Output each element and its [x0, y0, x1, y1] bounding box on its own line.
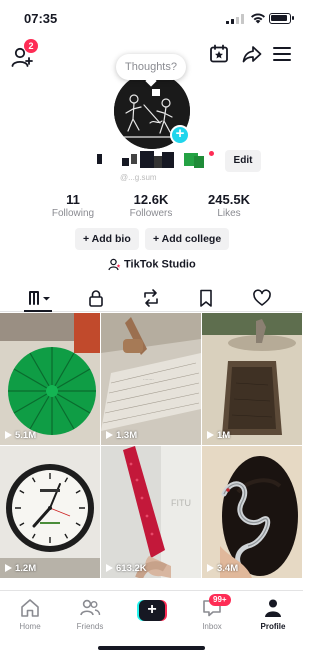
svg-text:FITU: FITU — [171, 498, 191, 508]
friends-icon — [80, 599, 101, 616]
view-count: 1.2M — [5, 563, 36, 574]
profile-content-tabs — [0, 284, 303, 312]
thoughts-bubble[interactable]: Thoughts? — [116, 54, 186, 80]
lock-icon[interactable] — [86, 288, 106, 308]
nav-profile[interactable]: Profile — [248, 597, 298, 631]
tiktok-studio-label: TikTok Studio — [124, 258, 196, 271]
followers-count: 12.6K — [133, 192, 169, 207]
followers-label: Followers — [129, 208, 173, 219]
likes-count: 245.5K — [208, 192, 250, 207]
stat-following[interactable]: 11 Following — [50, 192, 96, 219]
svg-text:········: ········ — [143, 377, 154, 382]
wifi-icon — [251, 13, 265, 24]
stat-followers[interactable]: 12.6K Followers — [126, 192, 176, 219]
play-icon — [106, 564, 113, 572]
view-count: 613.2K — [106, 563, 147, 574]
battery-icon — [269, 13, 294, 24]
status-time: 07:35 — [24, 11, 58, 26]
nav-home[interactable]: Home — [5, 597, 55, 631]
sanding-board-thumbnail: ········ — [101, 313, 201, 445]
play-icon — [207, 431, 214, 439]
nav-friends[interactable]: Friends — [65, 597, 115, 631]
videos-grid-icon[interactable] — [27, 288, 53, 308]
menu-icon[interactable] — [272, 44, 292, 64]
nav-inbox-label: Inbox — [202, 622, 222, 631]
active-tab-indicator — [24, 310, 52, 312]
wall-clock-thumbnail — [0, 446, 100, 578]
video-thumbnail[interactable]: ········ 1.3M — [101, 313, 201, 445]
share-icon[interactable] — [242, 44, 262, 64]
edit-profile-button[interactable]: Edit — [225, 150, 261, 172]
add-friends-button[interactable]: 2 — [10, 39, 38, 68]
add-avatar-plus-button[interactable]: + — [170, 125, 190, 145]
red-umbrella-thumbnail: FITU — [101, 446, 201, 578]
thoughts-placeholder: Thoughts? — [125, 61, 177, 73]
add-college-button[interactable]: + Add college — [145, 228, 230, 250]
video-thumbnail[interactable]: 1.2M — [0, 446, 100, 578]
view-count: 1.3M — [106, 430, 137, 441]
video-thumbnail[interactable]: 3.4M — [202, 446, 302, 578]
add-friends-badge: 2 — [24, 39, 38, 53]
video-thumbnail[interactable]: FITU 613.2K — [101, 446, 201, 578]
edit-profile-label: Edit — [233, 155, 253, 166]
studio-person-icon — [108, 258, 121, 271]
likes-label: Likes — [217, 208, 241, 219]
plus-icon: + — [139, 600, 165, 621]
cell-signal-icon — [226, 14, 244, 24]
bookmark-icon[interactable] — [196, 288, 216, 308]
add-bio-button[interactable]: + Add bio — [75, 228, 139, 250]
video-thumbnail[interactable]: 1M — [202, 313, 302, 445]
video-thumbnail[interactable]: 5.1M — [0, 313, 100, 445]
calendar-star-icon[interactable] — [209, 44, 229, 64]
nav-friends-label: Friends — [76, 622, 104, 631]
fountain-pit-thumbnail — [202, 313, 302, 445]
play-icon — [5, 564, 12, 572]
inbox-badge: 99+ — [209, 594, 231, 606]
profile-icon — [265, 599, 281, 617]
play-icon — [106, 431, 113, 439]
status-bar: 07:35 — [0, 0, 303, 36]
view-count: 3.4M — [207, 563, 238, 574]
play-icon — [207, 564, 214, 572]
following-count: 11 — [66, 192, 80, 207]
snake-hairpin-thumbnail — [202, 446, 302, 578]
home-icon — [21, 599, 39, 617]
play-icon — [5, 431, 12, 439]
view-count: 1M — [207, 430, 230, 441]
home-indicator — [98, 646, 205, 650]
tiktok-studio-link[interactable]: TikTok Studio — [108, 258, 196, 274]
view-count: 5.1M — [5, 430, 36, 441]
repost-icon[interactable] — [141, 288, 161, 308]
liked-heart-icon[interactable] — [252, 288, 272, 308]
following-label: Following — [51, 208, 95, 219]
nav-home-label: Home — [19, 622, 41, 631]
nav-profile-label: Profile — [260, 622, 286, 631]
green-fan-thumbnail — [0, 313, 100, 445]
create-button[interactable]: + — [137, 600, 167, 621]
stat-likes[interactable]: 245.5K Likes — [201, 192, 257, 219]
user-handle: @...g.sum — [120, 173, 157, 182]
